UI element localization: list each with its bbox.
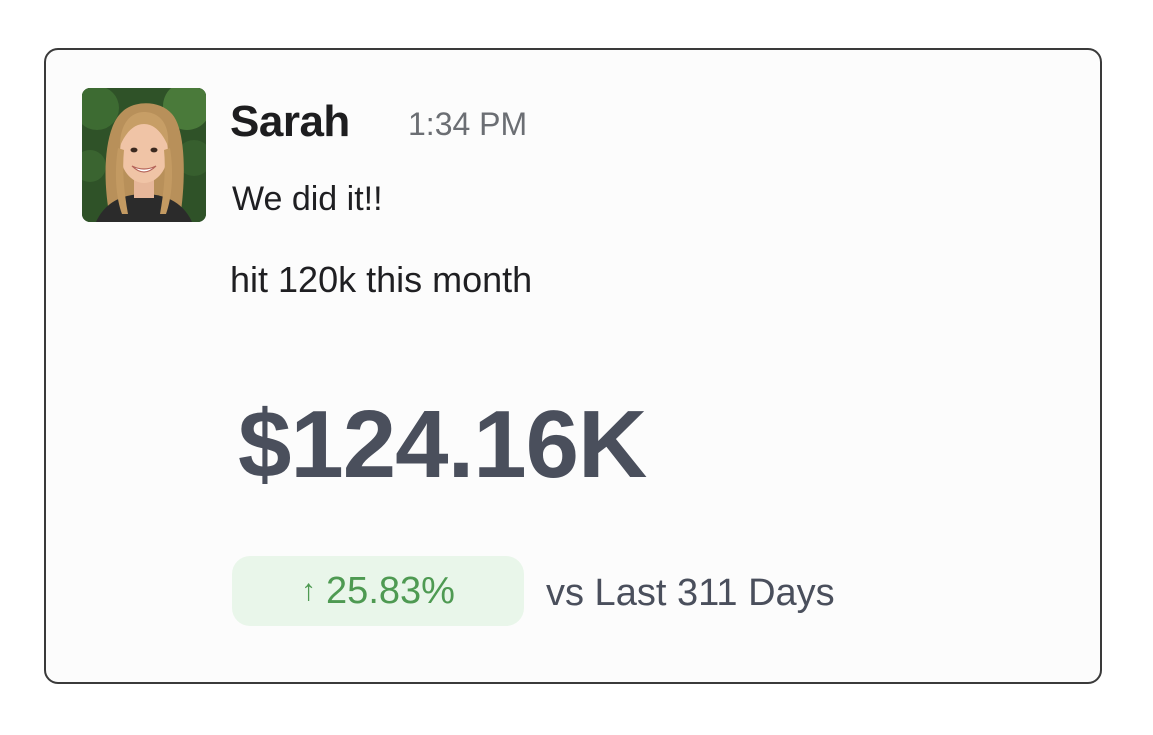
- comparison-label: vs Last 311 Days: [546, 572, 835, 614]
- author-name[interactable]: Sarah: [230, 96, 350, 148]
- message-card: Sarah 1:34 PM We did it!! hit 120k this …: [44, 48, 1102, 684]
- avatar-photo: [82, 88, 206, 222]
- message-timestamp: 1:34 PM: [408, 106, 528, 142]
- metric-value: $124.16K: [238, 391, 647, 498]
- message-line-2: hit 120k this month: [230, 259, 533, 300]
- avatar[interactable]: [82, 88, 206, 222]
- arrow-up-icon: ↑: [301, 574, 317, 607]
- change-percent: 25.83%: [326, 570, 455, 612]
- change-badge: ↑ 25.83%: [232, 556, 524, 626]
- message-line-1: We did it!!: [232, 180, 383, 218]
